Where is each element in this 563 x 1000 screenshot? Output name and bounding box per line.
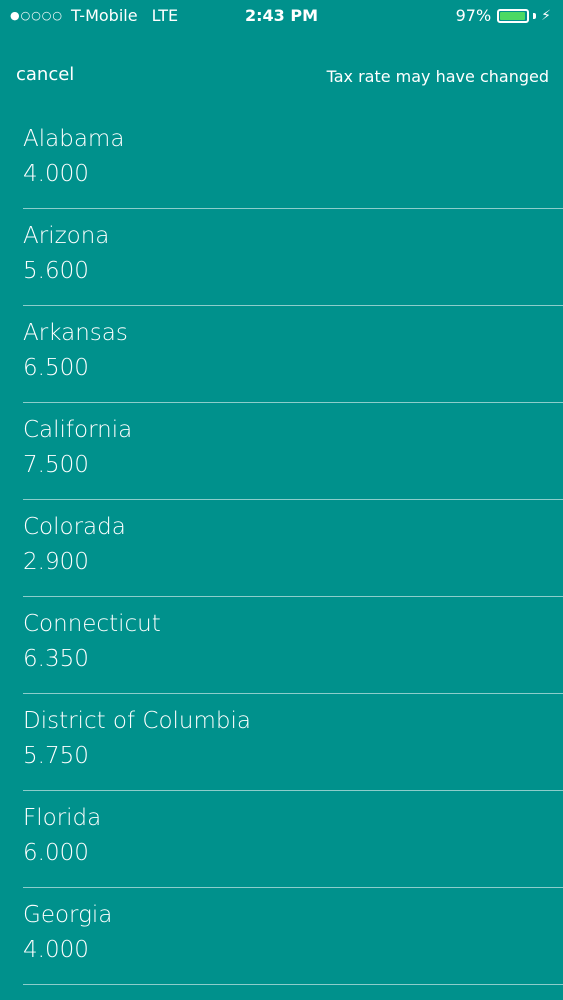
state-name: Alabama [23,126,125,152]
state-tax-rate: 6.350 [23,646,89,672]
battery-percent: 97% [455,6,492,25]
state-row-arizona[interactable]: Arizona 5.600 [23,209,563,306]
state-tax-rate: 5.750 [23,743,89,769]
nav-bar: cancel Tax rate may have changed [0,58,563,96]
state-row-georgia[interactable]: Georgia 4.000 [23,888,563,985]
network-type: LTE [151,6,179,25]
state-row-arkansas[interactable]: Arkansas 6.500 [23,306,563,403]
state-row-florida[interactable]: Florida 6.000 [23,791,563,888]
carrier-name: T-Mobile [71,6,138,25]
status-left: ●○○○○ T-Mobile LTE [10,0,178,32]
state-list: Alabama 4.000 Arizona 5.600 Arkansas 6.5… [0,112,563,985]
state-row-district-of-columbia[interactable]: District of Columbia 5.750 [23,694,563,791]
state-name: California [23,417,133,443]
charging-bolt-icon: ⚡ [541,8,551,24]
state-name: Arkansas [23,320,128,346]
state-name: Georgia [23,902,113,928]
cancel-button[interactable]: cancel [16,64,74,85]
state-name: Connecticut [23,611,161,637]
state-tax-rate: 4.000 [23,161,89,187]
state-tax-rate: 2.900 [23,549,89,575]
state-tax-rate: 7.500 [23,452,89,478]
state-row-connecticut[interactable]: Connecticut 6.350 [23,597,563,694]
battery-tip [533,13,537,19]
state-name: Colorada [23,514,126,540]
tax-rate-message: Tax rate may have changed [326,67,549,86]
state-row-alabama[interactable]: Alabama 4.000 [23,112,563,209]
state-row-california[interactable]: California 7.500 [23,403,563,500]
battery-icon [497,9,530,23]
state-tax-rate: 6.500 [23,355,89,381]
battery-fill [500,12,526,20]
status-right: 97% ⚡ [456,0,551,32]
state-tax-rate: 6.000 [23,840,89,866]
state-tax-rate: 4.000 [23,937,89,963]
status-bar: ●○○○○ T-Mobile LTE 2:43 PM 97% ⚡ [0,0,563,32]
state-name: District of Columbia [23,708,251,734]
state-name: Arizona [23,223,110,249]
state-tax-rate: 5.600 [23,258,89,284]
signal-strength-icon: ●○○○○ [10,9,63,22]
state-row-colorada[interactable]: Colorada 2.900 [23,500,563,597]
state-name: Florida [23,805,102,831]
